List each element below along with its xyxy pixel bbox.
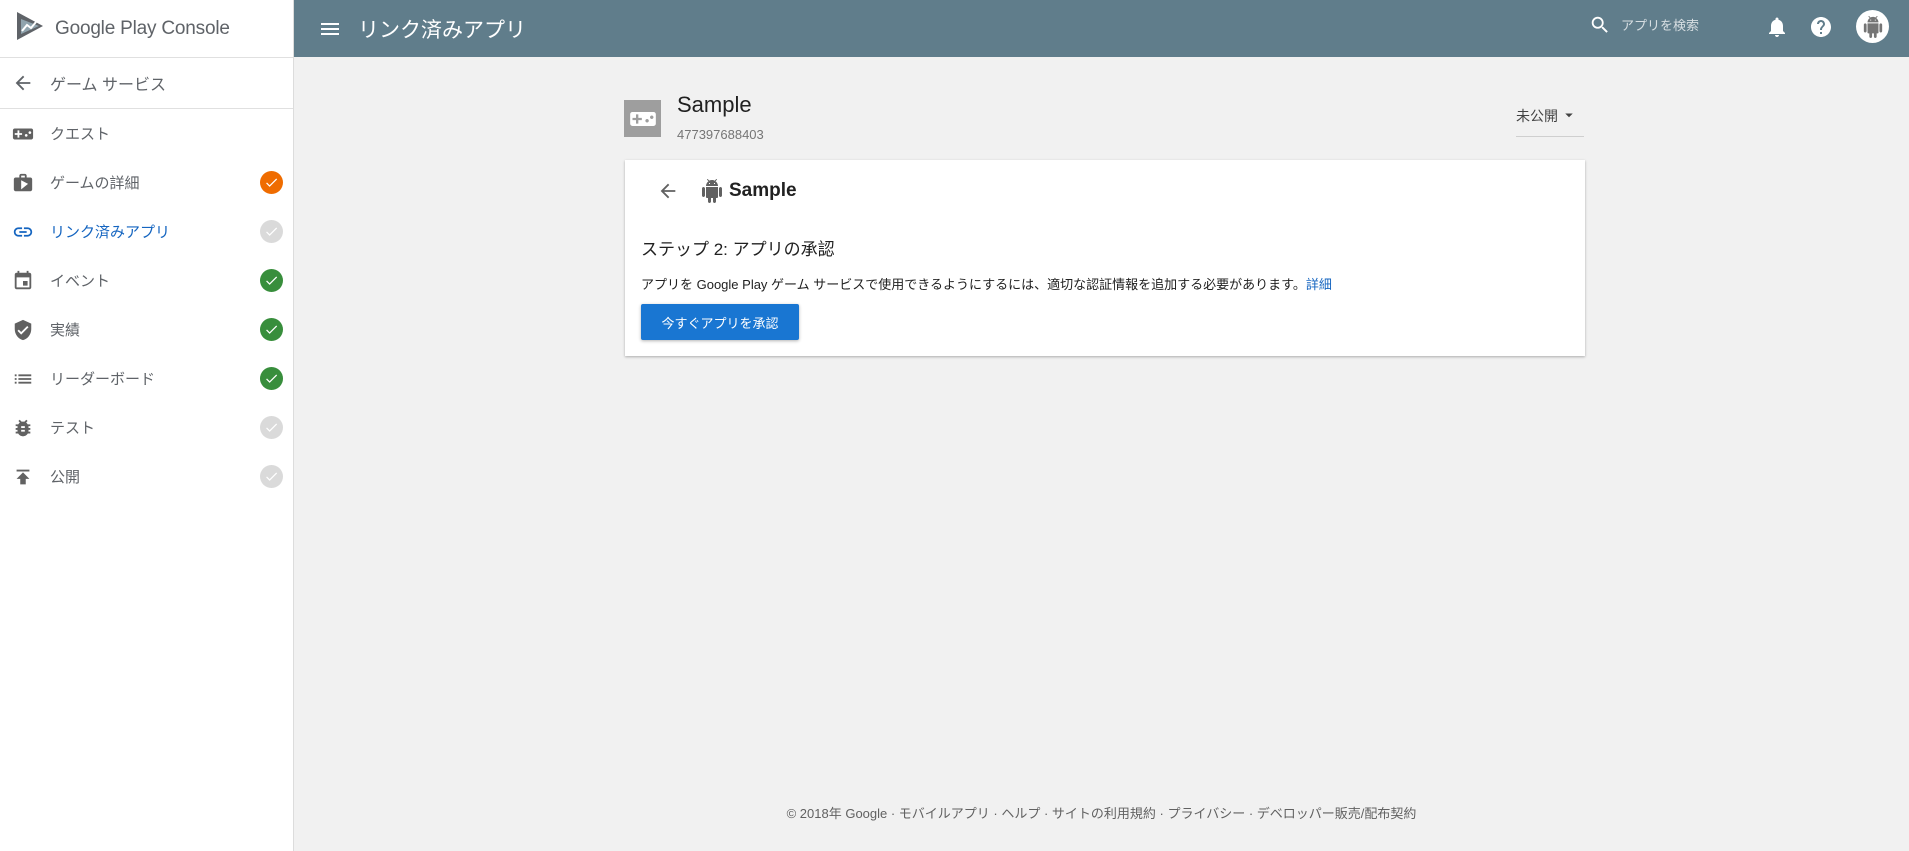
- shield-check-icon: [12, 319, 34, 341]
- link-icon: [12, 221, 34, 243]
- app-id: 477397688403: [677, 127, 764, 142]
- arrow-back-icon: [15, 75, 31, 91]
- sidebar-item-leaderboards[interactable]: リーダーボード: [0, 354, 293, 403]
- menu-icon[interactable]: [316, 15, 344, 43]
- sidebar-item-label: テスト: [50, 420, 96, 437]
- back-to-game-services[interactable]: ゲーム サービス: [0, 58, 293, 109]
- publish-icon: [12, 466, 34, 488]
- sidebar-item-label: 公開: [50, 469, 81, 486]
- notifications-icon[interactable]: [1764, 14, 1790, 40]
- status-pending-icon: [260, 416, 283, 439]
- brand-logo[interactable]: Google Play Console: [0, 0, 293, 58]
- footer: © 2018年 Google · モバイルアプリ · ヘルプ · サイトの利用規…: [786, 806, 1417, 821]
- brand-name: Google Play Console: [55, 18, 230, 40]
- details-link[interactable]: 詳細: [1306, 277, 1332, 292]
- linked-app-card: Sample ステップ 2: アプリの承認 アプリを Google Play ゲ…: [625, 160, 1585, 356]
- search-icon: [1591, 16, 1608, 33]
- back-label: ゲーム サービス: [50, 77, 166, 94]
- search-box[interactable]: [1589, 14, 1743, 36]
- sidebar-item-testing[interactable]: テスト: [0, 403, 293, 452]
- sidebar-item-label: リーダーボード: [50, 371, 156, 388]
- sidebar-item-events[interactable]: イベント: [0, 256, 293, 305]
- search-input[interactable]: [1619, 16, 1743, 34]
- approve-app-button[interactable]: 今すぐアプリを承認: [641, 304, 799, 340]
- sidebar-item-game-details[interactable]: ゲームの詳細: [0, 158, 293, 207]
- dropdown-arrow-icon: [1565, 113, 1573, 118]
- status-pending-icon: [260, 465, 283, 488]
- status-done-icon: [260, 318, 283, 341]
- play-console-logo-icon: [14, 10, 46, 47]
- android-icon: [700, 179, 724, 203]
- sidebar-item-label: 実績: [50, 322, 81, 339]
- card-app-name: Sample: [729, 180, 797, 201]
- briefcase-icon: [12, 172, 34, 194]
- gamepad-icon: [629, 111, 656, 126]
- sidebar-item-label: イベント: [50, 273, 111, 290]
- brand-console: Console: [161, 17, 230, 39]
- publish-state-dropdown[interactable]: 未公開: [1516, 106, 1584, 137]
- sidebar-item-linked-apps[interactable]: リンク済みアプリ: [0, 207, 293, 256]
- app-name: Sample: [677, 92, 752, 117]
- page-title: リンク済みアプリ: [358, 18, 526, 42]
- sidebar-item-achievements[interactable]: 実績: [0, 305, 293, 354]
- app-thumbnail: [624, 100, 661, 137]
- list-icon: [12, 368, 34, 390]
- card-header: Sample: [655, 178, 797, 204]
- calendar-icon: [12, 270, 34, 292]
- sidebar-item-quests[interactable]: クエスト: [0, 109, 293, 158]
- status-done-icon: [260, 367, 283, 390]
- help-icon[interactable]: [1808, 14, 1834, 40]
- sidebar-item-label: クエスト: [50, 126, 111, 143]
- step-description-text: アプリを Google Play ゲーム サービスで使用できるようにするには、適…: [641, 277, 1306, 292]
- bug-icon: [12, 417, 34, 439]
- sidebar-item-publishing[interactable]: 公開: [0, 452, 293, 501]
- top-app-bar: リンク済みアプリ: [294, 0, 1909, 57]
- status-warning-icon: [260, 171, 283, 194]
- sidebar: Google Play Console ゲーム サービス クエスト ゲームの詳細…: [0, 0, 294, 851]
- back-arrow-icon[interactable]: [655, 178, 681, 204]
- status-pending-icon: [260, 220, 283, 243]
- sidebar-item-label: ゲームの詳細: [50, 175, 140, 192]
- sidebar-nav: クエスト ゲームの詳細 リンク済みアプリ イベント 実績 リーダーボード テスト…: [0, 109, 293, 501]
- gamepad-icon: [12, 123, 34, 145]
- publish-state-label: 未公開: [1516, 108, 1558, 124]
- status-done-icon: [260, 269, 283, 292]
- android-avatar-icon: [1863, 15, 1882, 38]
- sidebar-item-label: リンク済みアプリ: [50, 224, 171, 241]
- step-description: アプリを Google Play ゲーム サービスで使用できるようにするには、適…: [641, 274, 1332, 293]
- account-avatar[interactable]: [1856, 10, 1889, 43]
- step-title: ステップ 2: アプリの承認: [641, 240, 835, 259]
- brand-google: Google Play: [55, 17, 157, 39]
